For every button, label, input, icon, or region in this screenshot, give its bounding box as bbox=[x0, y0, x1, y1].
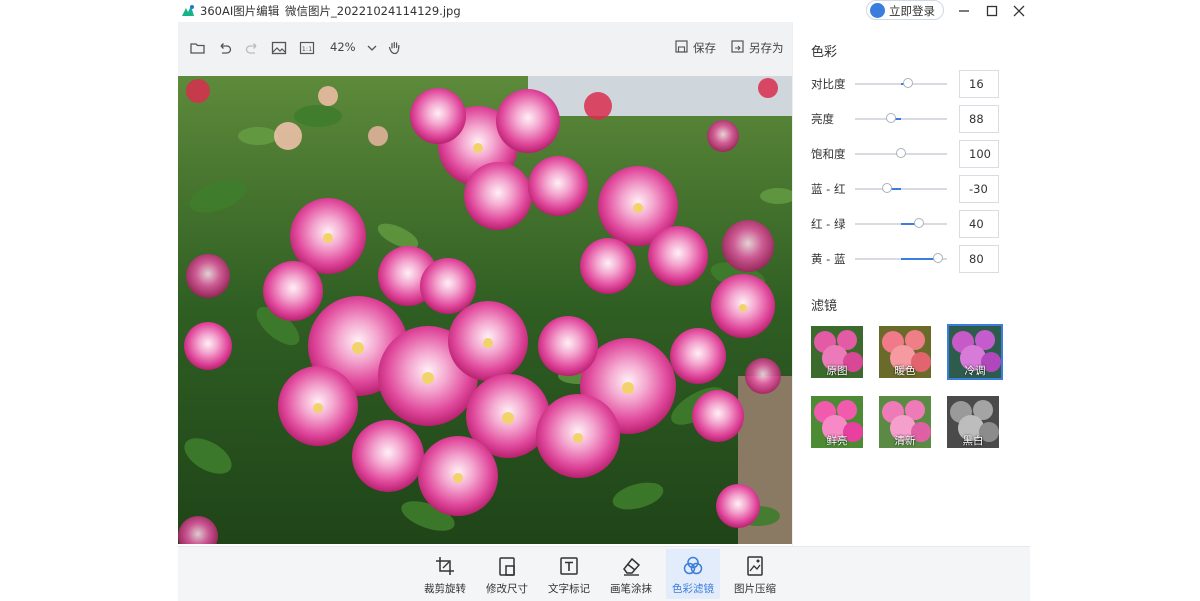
filter-fresh[interactable]: 清新 bbox=[879, 396, 931, 448]
compress-icon bbox=[747, 556, 763, 576]
close-icon[interactable] bbox=[1010, 2, 1028, 20]
eraser-icon bbox=[623, 557, 641, 576]
bottom-toolbar: 裁剪旋转 修改尺寸 文字标记 画笔涂抹 色彩滤镜 图片压缩 bbox=[178, 546, 1030, 601]
resize-icon bbox=[499, 557, 515, 576]
save-as-button[interactable]: 另存为 bbox=[731, 40, 784, 56]
tool-text[interactable]: 文字标记 bbox=[542, 555, 596, 599]
red-green-value-input[interactable]: 40 bbox=[959, 210, 999, 238]
filter-label: 清新 bbox=[894, 435, 916, 447]
adjust-label: 饱和度 bbox=[811, 147, 846, 161]
adjust-row-yellow-blue: 黄 - 蓝 80 bbox=[811, 245, 1021, 273]
redo-icon[interactable] bbox=[243, 39, 261, 57]
image-canvas[interactable] bbox=[178, 76, 792, 544]
contrast-slider[interactable] bbox=[855, 78, 947, 88]
save-button[interactable]: 保存 bbox=[675, 40, 716, 56]
blue-red-value-input[interactable]: -30 bbox=[959, 175, 999, 203]
filter-label: 冷调 bbox=[964, 365, 986, 377]
brightness-slider[interactable] bbox=[855, 113, 947, 123]
rose-photo bbox=[178, 76, 792, 544]
chevron-down-icon[interactable] bbox=[363, 39, 381, 57]
undo-icon[interactable] bbox=[216, 39, 234, 57]
adjust-panel: 色彩 对比度 16 亮度 88 饱和度 100 蓝 - 红 -30 红 - 绿 … bbox=[792, 22, 1031, 546]
tool-label: 图片压缩 bbox=[734, 583, 776, 595]
adjust-label: 对比度 bbox=[811, 77, 846, 91]
adjust-label: 亮度 bbox=[811, 112, 834, 126]
tool-label: 文字标记 bbox=[548, 583, 590, 595]
image-icon[interactable] bbox=[270, 39, 288, 57]
color-filter-icon bbox=[683, 556, 703, 575]
filter-label: 黑白 bbox=[962, 435, 984, 447]
filter-warm[interactable]: 暖色 bbox=[879, 326, 931, 378]
adjust-label: 黄 - 蓝 bbox=[811, 252, 846, 266]
slider-thumb[interactable] bbox=[903, 78, 914, 88]
open-folder-icon[interactable] bbox=[189, 39, 207, 57]
filter-label: 暖色 bbox=[894, 365, 916, 377]
title-bar: 360AI图片编辑 微信图片_20221024114129.jpg 立即登录 bbox=[178, 0, 1030, 22]
slider-thumb[interactable] bbox=[896, 148, 906, 158]
filter-label: 鲜亮 bbox=[826, 435, 848, 447]
yellow-blue-value-input[interactable]: 80 bbox=[959, 245, 999, 273]
saturation-value-input[interactable]: 100 bbox=[959, 140, 999, 168]
color-section-title: 色彩 bbox=[811, 45, 838, 60]
svg-text:1:1: 1:1 bbox=[302, 45, 312, 53]
tool-color-filter[interactable]: 色彩滤镜 bbox=[666, 549, 720, 599]
save-icon bbox=[675, 40, 688, 53]
filter-black-white[interactable]: 黑白 bbox=[947, 396, 999, 448]
login-button[interactable]: 立即登录 bbox=[866, 0, 944, 20]
save-as-icon bbox=[731, 40, 744, 53]
app-name: 360AI图片编辑 bbox=[200, 4, 280, 18]
adjust-row-contrast: 对比度 16 bbox=[811, 70, 1021, 98]
avatar-icon bbox=[870, 3, 885, 18]
tool-crop-rotate[interactable]: 裁剪旋转 bbox=[418, 555, 472, 599]
filter-cool[interactable]: 冷调 bbox=[947, 324, 1003, 380]
yellow-blue-slider[interactable] bbox=[855, 253, 947, 263]
slider-thumb[interactable] bbox=[885, 113, 896, 123]
actual-size-icon[interactable]: 1:1 bbox=[298, 39, 316, 57]
adjust-label: 蓝 - 红 bbox=[811, 182, 846, 196]
tool-label: 修改尺寸 bbox=[486, 583, 528, 595]
save-label: 保存 bbox=[693, 41, 716, 55]
brightness-value-input[interactable]: 88 bbox=[959, 105, 999, 133]
adjust-row-blue-red: 蓝 - 红 -30 bbox=[811, 175, 1021, 203]
adjust-row-red-green: 红 - 绿 40 bbox=[811, 210, 1021, 238]
toolbar: 1:1 42% 保存 另存为 bbox=[178, 22, 792, 76]
filter-vivid[interactable]: 鲜亮 bbox=[811, 396, 863, 448]
adjust-row-saturation: 饱和度 100 bbox=[811, 140, 1021, 168]
file-name: 微信图片_20221024114129.jpg bbox=[285, 4, 461, 18]
filter-original[interactable]: 原图 bbox=[811, 326, 863, 378]
blue-red-slider[interactable] bbox=[855, 183, 947, 193]
tool-compress[interactable]: 图片压缩 bbox=[728, 555, 782, 599]
filter-section-title: 滤镜 bbox=[811, 299, 838, 314]
tool-resize[interactable]: 修改尺寸 bbox=[480, 555, 534, 599]
slider-thumb[interactable] bbox=[914, 218, 925, 228]
app-logo-icon bbox=[182, 5, 194, 16]
saturation-slider[interactable] bbox=[855, 148, 947, 158]
filter-label: 原图 bbox=[826, 365, 848, 377]
crop-rotate-icon bbox=[436, 557, 454, 575]
zoom-level: 42% bbox=[330, 40, 356, 54]
hand-pan-icon[interactable] bbox=[386, 39, 404, 57]
contrast-value-input[interactable]: 16 bbox=[959, 70, 999, 98]
editor-window: 360AI图片编辑 微信图片_20221024114129.jpg 立即登录 1… bbox=[178, 0, 1031, 601]
slider-thumb[interactable] bbox=[932, 253, 943, 263]
save-as-label: 另存为 bbox=[749, 41, 784, 55]
adjust-row-brightness: 亮度 88 bbox=[811, 105, 1021, 133]
red-green-slider[interactable] bbox=[855, 218, 947, 228]
tool-eraser[interactable]: 画笔涂抹 bbox=[604, 555, 658, 599]
adjust-label: 红 - 绿 bbox=[811, 217, 846, 231]
tool-label: 画笔涂抹 bbox=[610, 583, 652, 595]
minimize-icon[interactable] bbox=[955, 2, 973, 20]
maximize-icon[interactable] bbox=[983, 2, 1001, 20]
login-label: 立即登录 bbox=[889, 4, 935, 18]
text-icon bbox=[560, 557, 578, 575]
tool-label: 裁剪旋转 bbox=[424, 583, 466, 595]
tool-label: 色彩滤镜 bbox=[672, 583, 714, 595]
slider-thumb[interactable] bbox=[882, 183, 893, 193]
